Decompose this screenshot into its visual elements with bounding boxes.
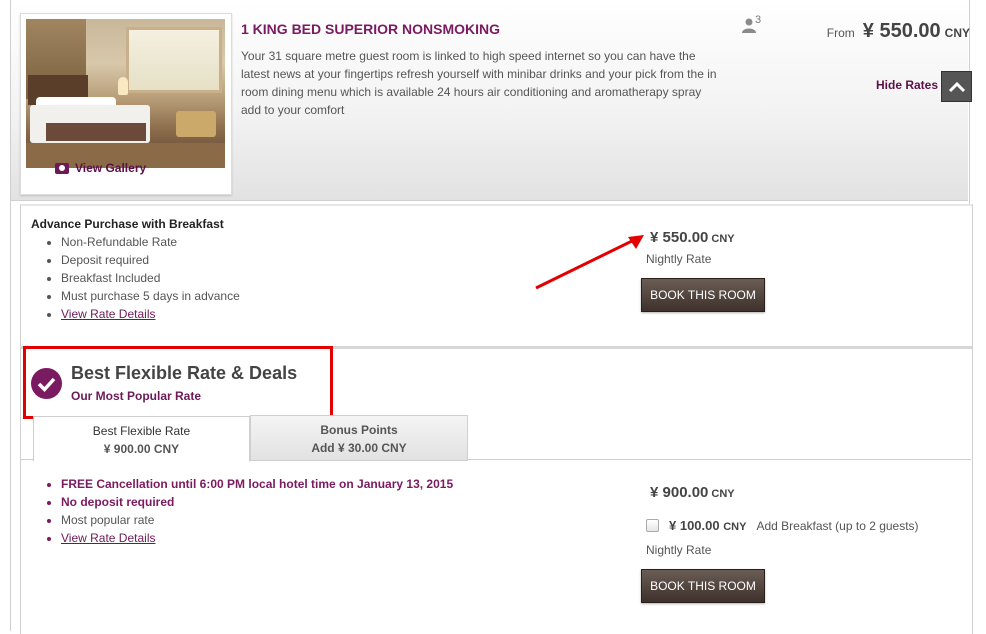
hide-rates-button[interactable] <box>941 71 972 102</box>
from-currency: CNY <box>944 26 970 40</box>
flexible-rate-features: FREE Cancellation until 6:00 PM local ho… <box>31 475 453 547</box>
flexible-rate-price: ¥ 900.00 CNY <box>650 484 735 501</box>
list-item: View Rate Details <box>61 529 453 547</box>
flexible-rate-subtitle: Our Most Popular Rate <box>71 389 202 403</box>
tab-best-flexible-rate[interactable]: Best Flexible Rate ¥ 900.00 CNY <box>33 416 250 462</box>
room-title: 1 KING BED SUPERIOR NONSMOKING <box>241 21 501 37</box>
list-item: Most popular rate <box>61 511 453 529</box>
book-room-button[interactable]: BOOK THIS ROOM <box>641 278 765 312</box>
tab-price: Add ¥ 30.00 CNY <box>311 441 407 455</box>
book-room-button[interactable]: BOOK THIS ROOM <box>641 569 765 603</box>
advance-rate-features: Non-Refundable Rate Deposit required Bre… <box>31 233 240 323</box>
camera-icon <box>55 162 69 174</box>
room-description: Your 31 square metre guest room is linke… <box>241 49 717 117</box>
flexible-rate-title: Best Flexible Rate & Deals <box>71 363 298 383</box>
tab-price: ¥ 900.00 CNY <box>103 442 180 456</box>
tab-bonus-points[interactable]: Bonus Points Add ¥ 30.00 CNY <box>250 415 468 461</box>
flexible-nightly-label: Nightly Rate <box>646 543 712 557</box>
from-label: From <box>826 26 855 40</box>
guest-count: 3 <box>755 14 762 26</box>
addon-label: Add Breakfast (up to 2 guests) <box>756 518 919 533</box>
list-item: Non-Refundable Rate <box>61 233 240 251</box>
view-rate-details-link[interactable]: View Rate Details <box>61 307 156 321</box>
breakfast-addon: ¥ 100.00 CNY Add Breakfast (up to 2 gues… <box>646 518 919 533</box>
list-item: No deposit required <box>61 493 453 511</box>
hide-rates-link[interactable]: Hide Rates <box>876 78 938 92</box>
addon-price: ¥ 100.00 CNY <box>669 518 747 533</box>
room-photo[interactable] <box>26 19 225 168</box>
list-item: FREE Cancellation until 6:00 PM local ho… <box>61 475 453 493</box>
advance-rate-price: ¥ 550.00 CNY <box>650 229 735 246</box>
check-icon <box>31 368 62 399</box>
add-breakfast-checkbox[interactable] <box>646 519 659 532</box>
advance-nightly-label: Nightly Rate <box>646 252 712 266</box>
view-rate-details-link[interactable]: View Rate Details <box>61 531 156 545</box>
list-item: View Rate Details <box>61 305 240 323</box>
tab-label: Bonus Points <box>320 423 398 437</box>
view-gallery-link[interactable]: View Gallery <box>55 161 146 175</box>
red-arrow-annotation <box>535 235 644 290</box>
advance-rate-currency: CNY <box>711 233 735 245</box>
flexible-rate-currency: CNY <box>711 488 735 500</box>
tab-label: Best Flexible Rate <box>92 424 191 438</box>
list-item: Breakfast Included <box>61 269 240 287</box>
from-price-block: From ¥ 550.00 CNY <box>827 20 970 43</box>
chevron-up-icon <box>948 81 965 92</box>
advance-rate-title: Advance Purchase with Breakfast <box>31 217 224 231</box>
view-gallery-label: View Gallery <box>75 161 147 175</box>
list-item: Deposit required <box>61 251 240 269</box>
from-price: ¥ 550.00 <box>862 20 941 42</box>
list-item: Must purchase 5 days in advance <box>61 287 240 305</box>
